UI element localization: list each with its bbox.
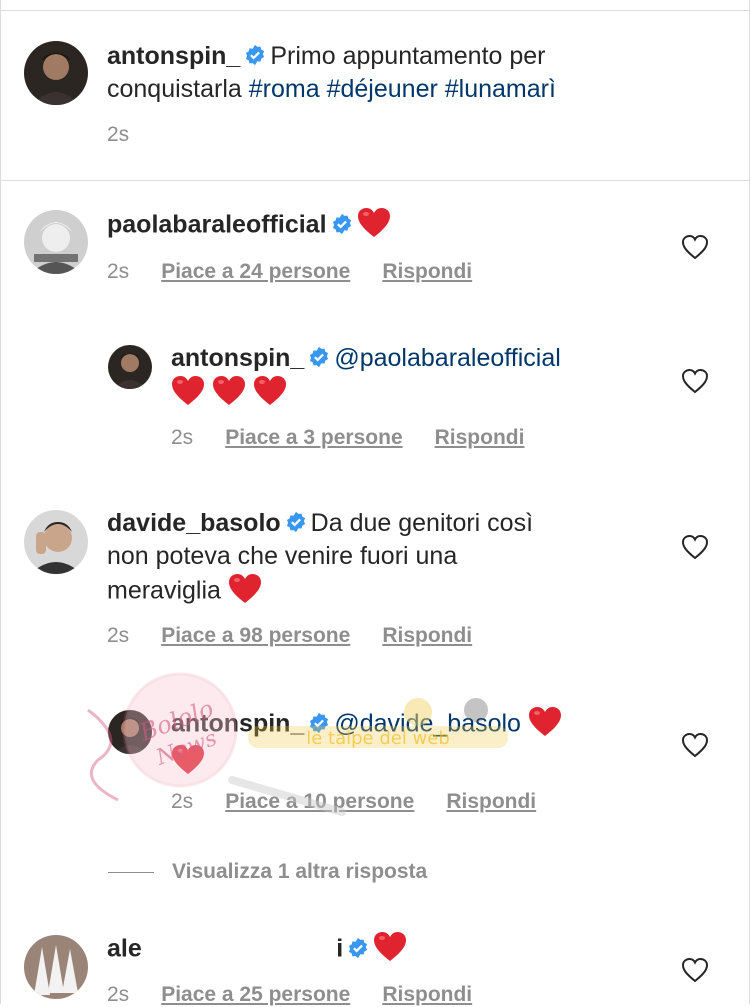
red-heart-emoji-icon — [357, 207, 391, 239]
reply-username[interactable]: antonspin_ — [171, 344, 304, 372]
reply-button[interactable]: Rispondi — [382, 624, 472, 647]
red-heart-emoji-icon — [528, 706, 562, 738]
caption-time: 2s — [107, 123, 130, 146]
verified-icon — [285, 511, 307, 533]
avatar[interactable] — [108, 345, 152, 389]
likes-count-link[interactable]: Piace a 25 persone — [161, 983, 350, 1006]
reply-text: antonspin_ @paolabaraleofficial — [171, 342, 661, 413]
red-heart-emoji-icon — [253, 375, 287, 407]
hashtag-roma[interactable]: #roma — [249, 75, 320, 103]
caption-line1: Primo appuntamento per — [270, 42, 546, 70]
verified-icon — [244, 44, 266, 66]
red-heart-emoji-icon — [212, 375, 246, 407]
reply-meta: 2s Piace a 3 persone Rispondi — [171, 426, 524, 450]
frame — [0, 0, 750, 1004]
reply-time: 2s — [171, 426, 194, 449]
comment-line2: non poteva che venire fuori una — [107, 542, 458, 570]
comment-text: davide_basolo Da due genitori così non po… — [107, 507, 667, 611]
caption-text: antonspin_ Primo appuntamento per conquis… — [107, 40, 707, 106]
verified-icon — [308, 346, 330, 368]
hashtag-dejeuner[interactable]: #déjeuner — [327, 75, 438, 103]
reply-time: 2s — [171, 790, 194, 813]
reply-username[interactable]: antonspin_ — [171, 710, 304, 738]
likes-count-link[interactable]: Piace a 24 persone — [161, 260, 350, 283]
comment-username[interactable]: paolabaraleofficial — [107, 211, 327, 239]
reply-button[interactable]: Rispondi — [382, 260, 472, 283]
verified-icon — [331, 213, 353, 235]
top-border — [0, 10, 750, 11]
avatar[interactable] — [24, 510, 88, 574]
avatar[interactable] — [24, 41, 88, 105]
reply-button[interactable]: Rispondi — [435, 426, 525, 449]
comment-line3: meraviglia — [107, 576, 221, 605]
comment-meta: 2s Piace a 98 persone Rispondi — [107, 624, 472, 648]
caption-meta: 2s — [107, 123, 161, 147]
divider — [0, 180, 750, 181]
heart-outline-icon[interactable] — [681, 234, 709, 260]
red-heart-emoji-icon — [171, 744, 205, 776]
heart-outline-icon[interactable] — [681, 957, 709, 983]
heart-outline-icon[interactable] — [681, 732, 709, 758]
verified-icon — [308, 712, 330, 734]
comment-meta: 2s Piace a 25 persone Rispondi — [107, 983, 472, 1007]
comment-text: paolabaraleofficial — [107, 207, 667, 245]
reply-button[interactable]: Rispondi — [446, 790, 536, 813]
mention-link[interactable]: @paolabaraleofficial — [334, 344, 560, 372]
comment-line1: Da due genitori così — [310, 509, 534, 537]
caption-username[interactable]: antonspin_ — [107, 42, 240, 70]
avatar[interactable] — [108, 710, 152, 754]
red-heart-emoji-icon — [171, 375, 205, 407]
heart-outline-icon[interactable] — [681, 368, 709, 394]
mention-link[interactable]: @davide_basolo — [334, 710, 521, 738]
reply-text: antonspin_ @davide_basolo — [171, 706, 631, 782]
redaction-scribble — [142, 937, 338, 963]
avatar[interactable] — [24, 935, 88, 999]
view-more-label: Visualizza 1 altra risposta — [172, 860, 428, 883]
likes-count-link[interactable]: Piace a 98 persone — [161, 624, 350, 647]
comment-time: 2s — [107, 624, 130, 647]
comment-meta: 2s Piace a 24 persone Rispondi — [107, 260, 472, 284]
comment-time: 2s — [107, 260, 130, 283]
red-heart-emoji-icon — [373, 931, 407, 963]
reply-meta: 2s Piace a 10 persone Rispondi — [171, 790, 536, 814]
heart-outline-icon[interactable] — [681, 534, 709, 560]
avatar[interactable] — [24, 210, 88, 274]
comment-time: 2s — [107, 983, 130, 1006]
reply-button[interactable]: Rispondi — [382, 983, 472, 1006]
view-more-line — [108, 871, 154, 873]
likes-count-link[interactable]: Piace a 3 persone — [225, 426, 402, 449]
comment-username[interactable]: davide_basolo — [107, 509, 281, 537]
red-heart-emoji-icon — [228, 573, 262, 605]
hashtag-lunamari[interactable]: #lunamarì — [445, 75, 556, 103]
likes-count-link[interactable]: Piace a 10 persone — [225, 790, 414, 813]
caption-line2: conquistarla — [107, 75, 242, 103]
view-more-replies-button[interactable]: Visualizza 1 altra risposta — [108, 860, 427, 884]
verified-icon — [347, 937, 369, 959]
